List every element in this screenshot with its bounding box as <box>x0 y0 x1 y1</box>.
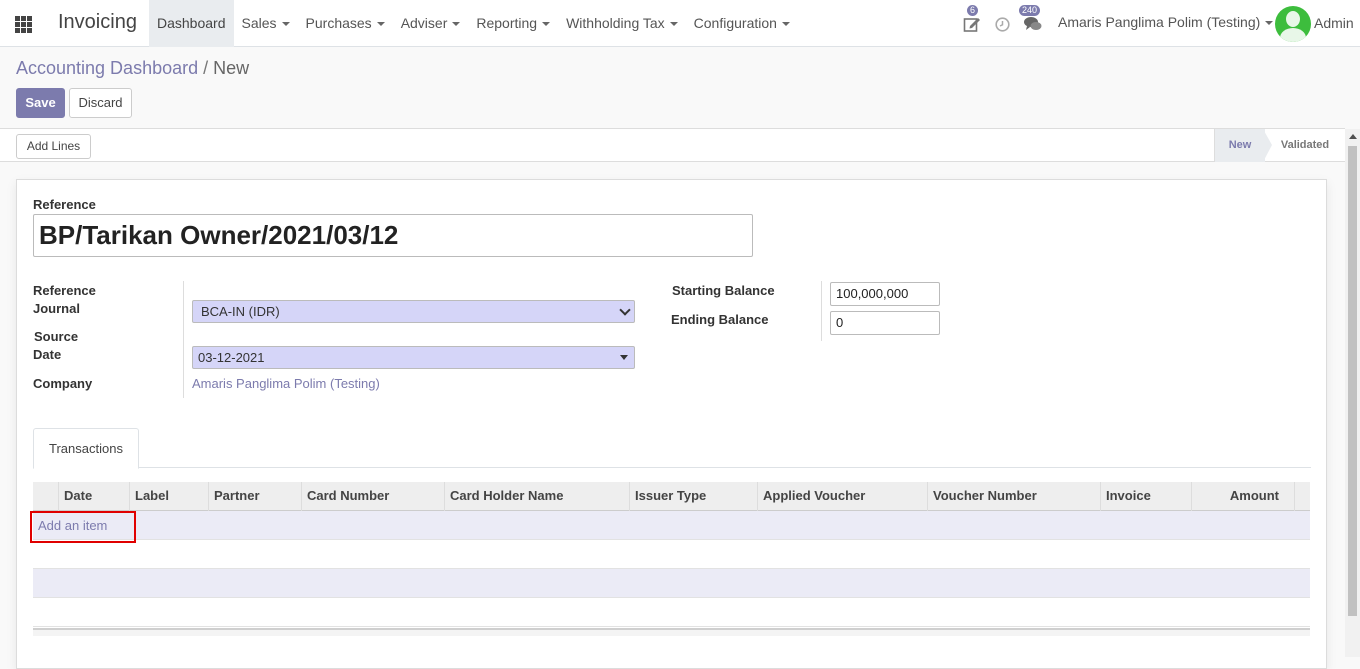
column-header[interactable]: Invoice <box>1100 482 1191 511</box>
column-header[interactable]: Card Holder Name <box>444 482 629 511</box>
column-header[interactable]: Date <box>58 482 129 511</box>
scrollbar-thumb[interactable] <box>1348 146 1357 616</box>
activity-count-badge: 6 <box>967 5 979 16</box>
menu-dashboard[interactable]: Dashboard <box>149 0 234 47</box>
caret-down-icon <box>542 22 551 27</box>
activity-edit-icon[interactable] <box>963 15 981 33</box>
app-brand[interactable]: Invoicing <box>58 11 137 34</box>
column-header[interactable]: Label <box>129 482 208 511</box>
breadcrumb-separator: / <box>203 58 209 78</box>
reference-label: Reference <box>33 197 96 212</box>
table-row: Add an item <box>30 511 1310 543</box>
discard-button[interactable]: Discard <box>69 88 132 118</box>
caret-down-icon <box>452 22 461 27</box>
tab-transactions[interactable]: Transactions <box>33 428 139 469</box>
date-field-value: 03-12-2021 <box>198 350 265 365</box>
table-row <box>33 569 1310 598</box>
highlight-box <box>30 511 136 543</box>
reference-input[interactable]: BP/Tarikan Owner/2021/03/12 <box>33 214 753 257</box>
source-date-label-line2: Date <box>33 347 62 362</box>
field-separator <box>183 281 184 398</box>
caret-down-icon <box>1265 21 1274 26</box>
date-field[interactable]: 03-12-2021 <box>192 346 635 369</box>
header-trash-column <box>1294 482 1310 511</box>
user-menu[interactable]: Admin <box>1314 0 1354 46</box>
top-navbar: Invoicing Dashboard Sales Purchases Advi… <box>0 0 1360 47</box>
caret-down-icon <box>620 355 628 360</box>
column-header[interactable]: Card Number <box>301 482 444 511</box>
breadcrumb-parent-link[interactable]: Accounting Dashboard <box>16 58 198 78</box>
menu-withholding-tax[interactable]: Withholding Tax <box>558 0 686 47</box>
ending-balance-input[interactable]: 0 <box>830 311 940 335</box>
chevron-down-icon <box>619 304 631 316</box>
caret-down-icon <box>669 22 678 27</box>
journal-select[interactable]: BCA-IN (IDR) <box>192 300 635 323</box>
table-row <box>33 598 1310 627</box>
column-header[interactable]: Partner <box>208 482 301 511</box>
caret-down-icon <box>281 22 290 27</box>
ref-journal-label-line1: Reference <box>33 283 96 298</box>
breadcrumb: Accounting Dashboard / New <box>16 58 249 79</box>
stage-validated[interactable]: Validated <box>1265 129 1345 162</box>
transactions-table: Date Label Partner Card Number Card Hold… <box>30 482 1310 636</box>
menu-purchases[interactable]: Purchases <box>298 0 393 47</box>
journal-select-value: BCA-IN (IDR) <box>201 304 280 319</box>
clock-icon[interactable] <box>995 17 1010 32</box>
add-lines-button[interactable]: Add Lines <box>16 134 91 159</box>
form-statusbar: Add Lines New Validated <box>0 128 1345 162</box>
table-row <box>33 540 1310 569</box>
form-sheet: Reference BP/Tarikan Owner/2021/03/12 Re… <box>16 179 1327 669</box>
save-button[interactable]: Save <box>16 88 65 118</box>
main-menu: Dashboard Sales Purchases Adviser Report… <box>149 0 798 47</box>
menu-adviser[interactable]: Adviser <box>393 0 469 47</box>
field-separator <box>821 281 822 341</box>
column-header[interactable]: Issuer Type <box>629 482 757 511</box>
caret-down-icon <box>781 22 790 27</box>
apps-menu-icon[interactable] <box>15 16 32 33</box>
company-switcher[interactable]: Amaris Panglima Polim (Testing) <box>1058 0 1274 45</box>
menu-reporting[interactable]: Reporting <box>468 0 558 47</box>
source-date-label-line1: Source <box>34 329 79 344</box>
table-footer <box>33 628 1310 636</box>
column-header[interactable]: Amount <box>1191 482 1294 511</box>
caret-down-icon <box>376 22 385 27</box>
chat-messages-icon[interactable] <box>1024 16 1042 34</box>
message-count-badge: 240 <box>1019 5 1041 16</box>
vertical-scrollbar[interactable] <box>1345 129 1360 657</box>
ending-balance-label: Ending Balance <box>671 312 769 327</box>
breadcrumb-current: New <box>213 58 250 78</box>
stage-new[interactable]: New <box>1214 129 1265 162</box>
notebook-tabs: Transactions <box>33 428 1311 469</box>
user-avatar[interactable] <box>1275 6 1311 42</box>
company-link[interactable]: Amaris Panglima Polim (Testing) <box>192 376 380 391</box>
starting-balance-input[interactable]: 100,000,000 <box>830 282 940 306</box>
menu-sales[interactable]: Sales <box>234 0 298 47</box>
table-header: Date Label Partner Card Number Card Hold… <box>33 482 1310 511</box>
column-header[interactable]: Voucher Number <box>927 482 1100 511</box>
scroll-up-icon[interactable] <box>1349 134 1357 139</box>
starting-balance-label: Starting Balance <box>672 283 775 298</box>
column-header[interactable]: Applied Voucher <box>757 482 927 511</box>
company-label: Company <box>33 376 93 391</box>
header-handle-column <box>33 482 58 511</box>
menu-configuration[interactable]: Configuration <box>686 0 798 47</box>
ref-journal-label-line2: Journal <box>33 301 80 316</box>
